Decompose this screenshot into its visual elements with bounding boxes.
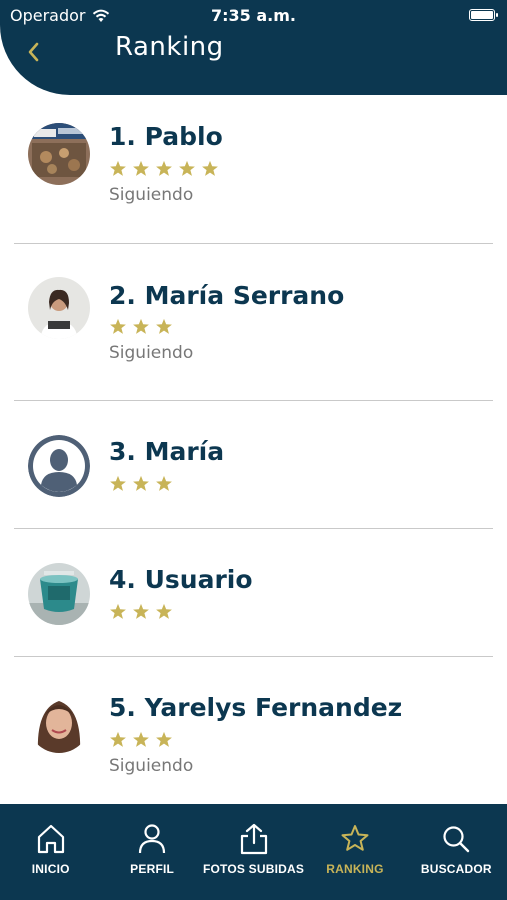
star-icon bbox=[110, 603, 126, 619]
ranking-item-3[interactable]: 3. María bbox=[14, 401, 493, 529]
user-name: 4. Usuario bbox=[109, 565, 253, 594]
follow-status[interactable]: Siguiendo bbox=[109, 185, 193, 205]
header-bar: Operador 7:35 a.m. Ranking bbox=[0, 0, 507, 95]
star-icon bbox=[133, 160, 149, 176]
avatar-photo-image bbox=[28, 277, 90, 339]
follow-status[interactable]: Siguiendo bbox=[109, 343, 193, 363]
status-time: 7:35 a.m. bbox=[211, 6, 296, 25]
chevron-left-icon bbox=[28, 42, 39, 62]
nav-item-fotos-subidas[interactable]: FOTOS SUBIDAS bbox=[203, 804, 304, 900]
nav-label: PERFIL bbox=[130, 862, 175, 876]
nav-item-perfil[interactable]: PERFIL bbox=[101, 804, 202, 900]
nav-label: FOTOS SUBIDAS bbox=[202, 862, 305, 876]
star-icon bbox=[156, 475, 172, 491]
avatar bbox=[28, 435, 90, 497]
avatar bbox=[28, 277, 90, 339]
ranking-item-4[interactable]: 4. Usuario bbox=[14, 529, 493, 657]
rating-stars bbox=[109, 475, 173, 493]
nav-label: BUSCADOR bbox=[420, 862, 492, 876]
user-name: 5. Yarelys Fernandez bbox=[109, 693, 403, 722]
rating-stars bbox=[109, 603, 173, 621]
avatar-photo-image bbox=[28, 123, 90, 185]
star-icon bbox=[110, 475, 126, 491]
ranking-item-1[interactable]: 1. Pablo Siguiendo bbox=[14, 95, 493, 244]
follow-status[interactable]: Siguiendo bbox=[109, 756, 193, 776]
star-icon bbox=[156, 603, 172, 619]
star-icon bbox=[133, 318, 149, 334]
star-icon bbox=[202, 160, 218, 176]
back-button[interactable] bbox=[22, 38, 46, 66]
battery-icon bbox=[469, 9, 498, 21]
ranking-item-2[interactable]: 2. María Serrano Siguiendo bbox=[14, 244, 493, 401]
nav-label: INICIO bbox=[31, 862, 70, 876]
status-bar: Operador 7:35 a.m. bbox=[0, 0, 507, 32]
rating-stars bbox=[109, 160, 219, 178]
avatar bbox=[28, 691, 90, 753]
nav-label: RANKING bbox=[326, 862, 384, 876]
avatar-photo-image bbox=[28, 691, 90, 753]
user-name: 1. Pablo bbox=[109, 122, 223, 151]
rating-stars bbox=[109, 318, 173, 336]
nav-item-inicio[interactable]: INICIO bbox=[0, 804, 101, 900]
user-icon bbox=[139, 824, 166, 854]
star-icon bbox=[156, 318, 172, 334]
bottom-nav: INICIO PERFIL FOTOS SUBIDAS RANKING BUSC… bbox=[0, 804, 507, 900]
home-icon bbox=[37, 824, 64, 854]
avatar-photo-image bbox=[28, 563, 90, 625]
star-icon bbox=[110, 318, 126, 334]
search-icon bbox=[443, 826, 470, 853]
default-user-icon bbox=[28, 435, 90, 497]
upload-icon bbox=[240, 823, 267, 855]
star-icon bbox=[110, 160, 126, 176]
star-icon bbox=[341, 825, 369, 851]
star-icon bbox=[133, 475, 149, 491]
nav-item-ranking[interactable]: RANKING bbox=[304, 804, 405, 900]
star-icon bbox=[133, 731, 149, 747]
avatar bbox=[28, 563, 90, 625]
star-icon bbox=[179, 160, 195, 176]
star-icon bbox=[110, 731, 126, 747]
nav-item-buscador[interactable]: BUSCADOR bbox=[406, 804, 507, 900]
user-name: 3. María bbox=[109, 437, 225, 466]
avatar bbox=[28, 123, 90, 185]
ranking-item-5[interactable]: 5. Yarelys Fernandez Siguiendo bbox=[14, 657, 493, 805]
page-title: Ranking bbox=[115, 32, 224, 62]
ranking-list: 1. Pablo Siguiendo 2. María Serrano Sigu… bbox=[0, 95, 507, 805]
star-icon bbox=[133, 603, 149, 619]
star-icon bbox=[156, 731, 172, 747]
rating-stars bbox=[109, 731, 173, 749]
star-icon bbox=[156, 160, 172, 176]
user-name: 2. María Serrano bbox=[109, 281, 345, 310]
